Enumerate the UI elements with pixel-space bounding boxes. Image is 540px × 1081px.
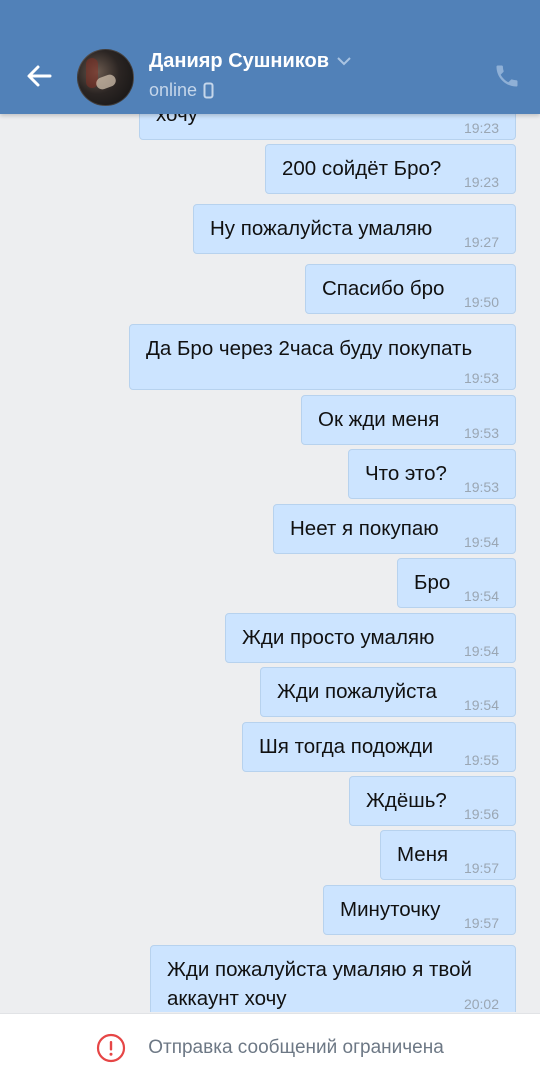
message-time: 19:23 <box>463 120 499 136</box>
message-text-line-2: аккаунт хочу <box>167 987 287 1010</box>
message-time: 19:55 <box>463 752 499 768</box>
warning-icon <box>97 1033 126 1062</box>
message-bubble[interactable]: 200 сойдёт Бро? 19:23 <box>265 144 516 194</box>
message-time: 19:27 <box>463 234 499 250</box>
chat-header: Данияр Сушников online <box>0 0 540 114</box>
message-text: 200 сойдёт Бро? <box>282 157 442 180</box>
message-list[interactable]: хочу 19:23 200 сойдёт Бро? 19:23 Ну пожа… <box>0 114 540 1012</box>
message-time: 19:23 <box>463 174 499 190</box>
chevron-down-icon <box>337 57 351 66</box>
message-bubble[interactable]: Ну пожалуйста умаляю 19:27 <box>193 204 516 254</box>
message-text: Что это? <box>365 462 447 485</box>
message-bubble[interactable]: Спасибо бро 19:50 <box>305 264 516 314</box>
message-time: 19:54 <box>463 697 499 713</box>
message-time: 19:57 <box>463 860 499 876</box>
message-text: Ну пожалуйста умаляю <box>210 217 433 240</box>
message-time: 19:54 <box>463 534 499 550</box>
contact-name-button[interactable]: Данияр Сушников <box>149 50 351 73</box>
message-bubble[interactable]: Да Бро через 2часа буду покупать 19:53 <box>129 324 516 390</box>
status-text: online <box>149 80 198 100</box>
message-time: 19:56 <box>463 806 499 822</box>
message-time: 19:57 <box>463 915 499 931</box>
message-bubble[interactable]: Что это? 19:53 <box>348 449 516 499</box>
message-bubble[interactable]: Жди пожалуйста 19:54 <box>260 667 516 717</box>
message-bubble[interactable]: Бро 19:54 <box>397 558 516 608</box>
message-text: Да Бро через 2часа буду покупать <box>146 337 473 360</box>
message-time: 19:54 <box>463 588 499 604</box>
message-bubble[interactable]: Шя тогда подожди 19:55 <box>242 722 516 772</box>
message-text: Неет я покупаю <box>290 517 439 540</box>
message-text: Минуточку <box>340 898 441 921</box>
message-text: Жди пожалуйста <box>277 680 437 703</box>
message-text: Жди просто умаляю <box>242 626 435 649</box>
message-text: хочу <box>156 114 198 126</box>
message-time: 20:02 <box>463 996 499 1012</box>
message-text: Шя тогда подожди <box>259 735 434 758</box>
phone-icon <box>496 65 518 87</box>
avatar[interactable] <box>77 49 134 106</box>
contact-name: Данияр Сушников <box>149 50 330 72</box>
message-time: 19:53 <box>463 479 499 495</box>
message-time: 19:50 <box>463 294 499 310</box>
back-button[interactable] <box>18 55 60 97</box>
message-bubble[interactable]: Жди пожалуйста умаляю я твой аккаунт хоч… <box>150 945 516 1012</box>
message-time: 19:54 <box>463 643 499 659</box>
message-bubble[interactable]: Ждёшь? 19:56 <box>349 776 516 826</box>
message-time: 19:53 <box>463 370 499 386</box>
message-time: 19:53 <box>463 425 499 441</box>
message-bubble[interactable]: Меня 19:57 <box>380 830 516 880</box>
contact-status: online <box>149 80 214 101</box>
message-text: Меня <box>397 843 449 866</box>
message-bubble[interactable]: Минуточку 19:57 <box>323 885 516 935</box>
message-text: Ок жди меня <box>318 408 440 431</box>
message-text: Ждёшь? <box>366 789 447 812</box>
message-bubble[interactable]: Жди просто умаляю 19:54 <box>225 613 516 663</box>
restriction-notice: Отправка сообщений ограничена <box>148 1036 444 1058</box>
message-text: Жди пожалуйста умаляю я твой <box>167 958 472 981</box>
message-bubble[interactable]: Ок жди меня 19:53 <box>301 395 516 445</box>
mobile-icon <box>203 82 214 99</box>
composer-restricted-bar: Отправка сообщений ограничена <box>0 1013 540 1081</box>
arrow-left-icon <box>27 65 52 87</box>
message-bubble[interactable]: Неет я покупаю 19:54 <box>273 504 516 554</box>
call-button[interactable] <box>493 62 523 92</box>
message-bubble[interactable]: хочу 19:23 <box>139 114 516 140</box>
message-text: Бро <box>414 571 451 594</box>
message-text: Спасибо бро <box>322 277 445 300</box>
